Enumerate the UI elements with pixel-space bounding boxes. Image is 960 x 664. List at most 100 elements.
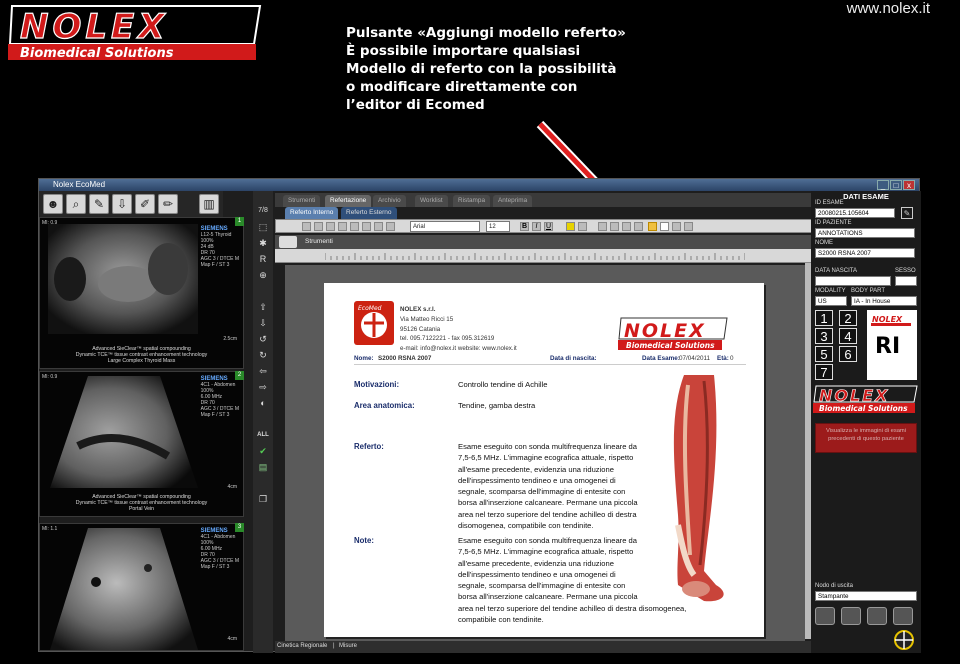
cut-icon[interactable]	[362, 222, 371, 231]
underline-icon[interactable]: U	[544, 222, 553, 231]
id-paziente-field[interactable]: ANNOTATIONS	[815, 228, 915, 238]
bold-icon[interactable]: B	[520, 222, 529, 231]
edit-icon[interactable]: ✎	[901, 207, 913, 219]
up-arrow-icon[interactable]: ⇧	[256, 301, 270, 313]
ecomed-window: Nolex EcoMed _ □ x ☻ ⌕ ✎ ⇩ ✐ ✏ ▥ MI: 0.9…	[38, 178, 921, 653]
marker-icon[interactable]: ✏	[158, 194, 178, 214]
side-toolbar: 7/8 ⬚ ✱ R ⊕ ⇧ ⇩ ↺ ↻ ⇦ ⇨ ◐ ALL ✔ ▤ ❐	[253, 191, 273, 653]
layout-2-button[interactable]: 2	[839, 310, 857, 326]
caption-line: Pulsante «Aggiungi modello referto»	[346, 25, 626, 41]
undo-icon[interactable]	[350, 222, 359, 231]
add-report-template-button[interactable]	[648, 222, 657, 231]
layout-3-button[interactable]: 3	[815, 328, 833, 344]
ri-label: RI	[875, 334, 901, 359]
font-select[interactable]: Arial	[410, 221, 480, 232]
pen-icon[interactable]: ✎	[89, 194, 109, 214]
status-cinetica[interactable]: Cinetica Regionale	[277, 643, 327, 649]
body-part-field[interactable]: IA - In House	[851, 296, 917, 306]
magnify-icon[interactable]: ⊕	[256, 269, 270, 281]
depth-label: 2.5cm	[223, 336, 237, 342]
image-icon[interactable]	[672, 222, 681, 231]
nome-field[interactable]: S2000 RSNA 2007	[815, 248, 915, 258]
open-icon[interactable]	[314, 222, 323, 231]
ultrasound-thumbnail-1[interactable]: MI: 0.9 SIEMENS L12-5 Thyroid 100% 24 dB DR…	[39, 217, 244, 369]
check-icon[interactable]: ✔	[256, 445, 270, 457]
status-misure[interactable]: Misure	[339, 643, 357, 649]
sesso-field[interactable]	[895, 276, 917, 286]
stack-icon[interactable]	[867, 607, 887, 625]
layout-4-button[interactable]: 4	[839, 328, 857, 344]
ecomed-logo-text: EcoMed	[358, 305, 382, 312]
tab-referto-esterno[interactable]: Referto Esterno	[341, 207, 397, 219]
previous-exams-button[interactable]: Visualizza le immagini di esami preceden…	[815, 423, 917, 453]
highlight-icon[interactable]	[566, 222, 575, 231]
printer-icon[interactable]	[841, 607, 861, 625]
tab-strumenti[interactable]: Strumenti	[283, 195, 321, 207]
align-right-icon[interactable]	[622, 222, 631, 231]
redo-icon[interactable]: ↻	[256, 349, 270, 361]
nascita-field[interactable]	[815, 276, 891, 286]
copy-icon[interactable]	[374, 222, 383, 231]
tab-worklist[interactable]: Worklist	[415, 195, 448, 207]
ultrasound-thumbnail-2[interactable]: MI: 0.9 SIEMENS 4C1 - Abdomen 100% 6.00 MH…	[39, 371, 244, 517]
brand-text: NOLEX	[20, 7, 168, 47]
layout-6-button[interactable]: 6	[839, 346, 857, 362]
panel-brand-text: NOLEX	[819, 386, 889, 405]
font-color-icon[interactable]	[578, 222, 587, 231]
contrast-icon[interactable]: ✱	[256, 237, 270, 249]
ultrasound-image	[50, 376, 198, 488]
justify-icon[interactable]	[634, 222, 643, 231]
select-icon[interactable]: ⬚	[256, 221, 270, 233]
download-icon[interactable]: ⇩	[112, 194, 132, 214]
new-icon[interactable]	[302, 222, 311, 231]
left-arrow-icon[interactable]: ⇦	[256, 365, 270, 377]
tab-ristampa[interactable]: Ristampa	[453, 195, 490, 207]
id-esame-field[interactable]: 20080215.105604	[815, 208, 895, 218]
pen-icon[interactable]	[279, 236, 297, 248]
report-page[interactable]: EcoMed NOLEX s.r.l. Via Matteo Ricci 15 …	[324, 283, 764, 637]
layout-5-button[interactable]: 5	[815, 346, 833, 362]
down-arrow-icon[interactable]: ⇩	[256, 317, 270, 329]
ruler-ticks	[325, 253, 745, 260]
export-icon[interactable]	[893, 607, 913, 625]
table-icon[interactable]	[660, 222, 669, 231]
copy-icon[interactable]: ❐	[256, 493, 270, 505]
tab-referto-interno[interactable]: Referto Interno	[285, 207, 339, 219]
tab-archivio[interactable]: Archivio	[373, 195, 406, 207]
print-icon[interactable]	[338, 222, 347, 231]
print-icon[interactable]	[815, 607, 835, 625]
target-icon[interactable]	[893, 629, 915, 651]
search-icon[interactable]: ⌕	[66, 194, 86, 214]
rotate-label[interactable]: R	[256, 253, 270, 265]
website-link[interactable]: www.nolex.it	[847, 0, 930, 17]
paste-icon[interactable]	[386, 222, 395, 231]
settings-icon[interactable]	[684, 222, 693, 231]
ultrasound-thumbnail-3[interactable]: MI: 1.1 SIEMENS 4C1 - Abdomen 100% 6.00 MH…	[39, 523, 244, 651]
status-separator: |	[333, 643, 335, 649]
save-icon[interactable]	[326, 222, 335, 231]
edit-icon[interactable]: ✐	[135, 194, 155, 214]
layout-icon[interactable]: ▥	[199, 194, 219, 214]
tab-refertazione[interactable]: Refertazione	[325, 195, 372, 207]
close-button[interactable]: x	[903, 180, 915, 190]
depth-label: 4cm	[227, 484, 237, 490]
document-icon[interactable]: ▤	[256, 461, 270, 473]
tab-anteprima[interactable]: Anteprima	[493, 195, 533, 207]
modality-label: MODALITY	[815, 288, 846, 294]
right-arrow-icon[interactable]: ⇨	[256, 381, 270, 393]
font-size-select[interactable]: 12	[486, 221, 510, 232]
invert-icon[interactable]: ◐	[256, 397, 270, 409]
select-all-label[interactable]: ALL	[256, 429, 270, 441]
align-left-icon[interactable]	[598, 222, 607, 231]
layout-7-button[interactable]: 7	[815, 364, 833, 380]
patients-icon[interactable]: ☻	[43, 194, 63, 214]
minimize-button[interactable]: _	[877, 180, 889, 190]
maximize-button[interactable]: □	[890, 180, 902, 190]
italic-icon[interactable]: I	[532, 222, 541, 231]
undo-icon[interactable]: ↺	[256, 333, 270, 345]
nodo-select[interactable]: Stampante	[815, 591, 917, 601]
align-center-icon[interactable]	[610, 222, 619, 231]
modality-field[interactable]: US	[815, 296, 847, 306]
layout-1-button[interactable]: 1	[815, 310, 833, 326]
ri-panel[interactable]: NOLEX RI	[867, 310, 917, 380]
